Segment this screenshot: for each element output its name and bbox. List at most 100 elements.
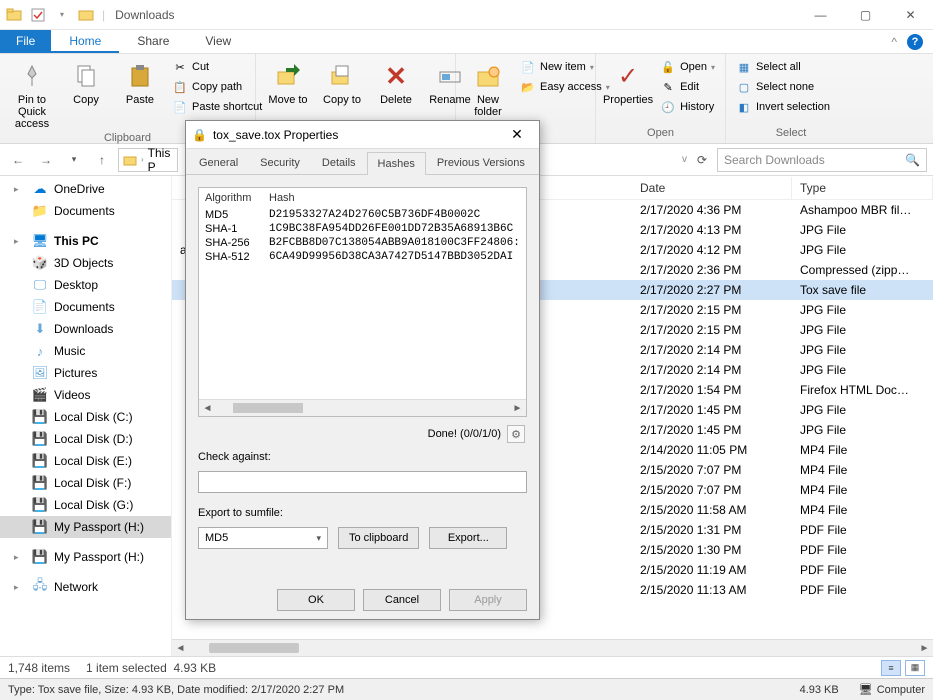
- paste-shortcut-button[interactable]: 📄Paste shortcut: [170, 98, 264, 116]
- apply-button[interactable]: Apply: [449, 589, 527, 611]
- hash-row[interactable]: SHA-11C9BC38FA954DD26FE001DD72B35A68913B…: [199, 222, 526, 236]
- scroll-right-arrow[interactable]: ►: [916, 640, 933, 657]
- sidebar-item[interactable]: ♪Music: [0, 340, 171, 362]
- qa-checkbox-icon[interactable]: [30, 7, 46, 23]
- expand-icon[interactable]: ▸: [14, 552, 26, 563]
- ribbon-collapse-caret[interactable]: ^: [891, 35, 897, 49]
- expand-icon[interactable]: ▸: [14, 184, 26, 195]
- edit-button[interactable]: ✎Edit: [658, 78, 717, 96]
- sidebar-item[interactable]: 💾Local Disk (F:): [0, 472, 171, 494]
- check-against-input[interactable]: [198, 471, 527, 493]
- export-button[interactable]: Export...: [429, 527, 507, 549]
- select-none-button[interactable]: ▢Select none: [734, 78, 832, 96]
- folder-icon: [123, 153, 137, 167]
- hash-scroll-left[interactable]: ◄: [199, 400, 216, 417]
- dialog-tab-hashes[interactable]: Hashes: [367, 152, 426, 175]
- hash-scroll-right[interactable]: ►: [509, 400, 526, 417]
- dialog-tab-previous-versions[interactable]: Previous Versions: [426, 151, 536, 174]
- dialog-close-button[interactable]: ✕: [501, 124, 533, 146]
- invert-selection-button[interactable]: ◧Invert selection: [734, 98, 832, 116]
- expand-icon[interactable]: ▸: [14, 582, 26, 593]
- sidebar-tree[interactable]: ▸☁OneDrive📁Documents ▸🖥This PC🎲3D Objects…: [0, 176, 172, 656]
- maximize-button[interactable]: ▢: [843, 0, 888, 30]
- settings-gear-button[interactable]: ⚙: [507, 425, 525, 443]
- sidebar-item[interactable]: ▸🖥This PC: [0, 230, 171, 252]
- qa-dropdown-icon[interactable]: ▾: [54, 7, 70, 23]
- sidebar-item[interactable]: 💾Local Disk (G:): [0, 494, 171, 516]
- nav-forward-button[interactable]: →: [34, 148, 58, 172]
- disk-icon: 💾: [32, 409, 48, 425]
- delete-button[interactable]: ✕Delete: [372, 58, 420, 108]
- hash-header-hash[interactable]: Hash: [269, 192, 295, 204]
- tab-home[interactable]: Home: [51, 30, 119, 53]
- hash-scrollbar[interactable]: ◄ ►: [199, 399, 526, 416]
- hash-scroll-thumb[interactable]: [233, 403, 303, 413]
- breadcrumb[interactable]: › This P: [118, 148, 178, 172]
- copy-path-button[interactable]: 📋Copy path: [170, 78, 264, 96]
- sidebar-item[interactable]: 🖼Pictures: [0, 362, 171, 384]
- dialog-titlebar[interactable]: 🔒 tox_save.tox Properties ✕: [186, 121, 539, 149]
- open-icon: 🔓: [660, 59, 676, 75]
- export-format-combo[interactable]: MD5 ▾: [198, 527, 328, 549]
- nav-dropdown[interactable]: v: [682, 154, 687, 165]
- expand-icon[interactable]: ▸: [14, 236, 26, 247]
- properties-button[interactable]: ✓Properties: [604, 58, 652, 108]
- cut-button[interactable]: ✂Cut: [170, 58, 264, 76]
- properties-dialog: 🔒 tox_save.tox Properties ✕ GeneralSecur…: [185, 120, 540, 620]
- cancel-button[interactable]: Cancel: [363, 589, 441, 611]
- tab-view[interactable]: View: [187, 30, 249, 53]
- header-date[interactable]: Date: [632, 177, 792, 199]
- hash-row[interactable]: SHA-256B2FCBB8D07C138054ABB9A018100C3FF2…: [199, 236, 526, 250]
- new-folder-button[interactable]: New folder: [464, 58, 512, 120]
- sidebar-item[interactable]: ▸☁OneDrive: [0, 178, 171, 200]
- hash-row[interactable]: SHA-5126CA49D99956D38CA3A7427D5147BBD305…: [199, 250, 526, 264]
- paste-button[interactable]: Paste: [116, 58, 164, 108]
- tab-share[interactable]: Share: [119, 30, 187, 53]
- sidebar-item[interactable]: 📁Documents: [0, 200, 171, 222]
- sidebar-item[interactable]: ▸🖧Network: [0, 576, 171, 598]
- view-icons-toggle[interactable]: ▦: [905, 660, 925, 676]
- sidebar-item[interactable]: 💾Local Disk (C:): [0, 406, 171, 428]
- dialog-tab-general[interactable]: General: [188, 151, 249, 174]
- history-button[interactable]: 🕘History: [658, 98, 717, 116]
- close-button[interactable]: ✕: [888, 0, 933, 30]
- nav-up-button[interactable]: ↑: [90, 148, 114, 172]
- search-input[interactable]: Search Downloads 🔍: [717, 148, 927, 172]
- nav-recent-dropdown[interactable]: ▾: [62, 148, 86, 172]
- pin-quick-access-button[interactable]: Pin to Quick access: [8, 58, 56, 132]
- sidebar-item[interactable]: ⬇Downloads: [0, 318, 171, 340]
- sidebar-item[interactable]: 🖵Desktop: [0, 274, 171, 296]
- dialog-tab-details[interactable]: Details: [311, 151, 367, 174]
- hash-header-algo[interactable]: Algorithm: [205, 192, 269, 204]
- sidebar-item[interactable]: 💾My Passport (H:): [0, 516, 171, 538]
- sidebar-item-label: Videos: [54, 388, 90, 402]
- scroll-left-arrow[interactable]: ◄: [172, 640, 189, 657]
- sidebar-item[interactable]: ▸💾My Passport (H:): [0, 546, 171, 568]
- minimize-button[interactable]: —: [798, 0, 843, 30]
- select-all-icon: ▦: [736, 59, 752, 75]
- dialog-tab-security[interactable]: Security: [249, 151, 311, 174]
- sidebar-item[interactable]: 💾Local Disk (E:): [0, 450, 171, 472]
- view-details-toggle[interactable]: ≡: [881, 660, 901, 676]
- sidebar-item[interactable]: 🎲3D Objects: [0, 252, 171, 274]
- copy-button[interactable]: Copy: [62, 58, 110, 108]
- horizontal-scrollbar[interactable]: ◄ ►: [172, 639, 933, 656]
- pics-icon: 🖼: [32, 365, 48, 381]
- ok-button[interactable]: OK: [277, 589, 355, 611]
- scroll-thumb[interactable]: [209, 643, 299, 653]
- file-tab[interactable]: File: [0, 30, 51, 53]
- hash-row[interactable]: MD5D21953327A24D2760C5B736DF4B0002C: [199, 208, 526, 222]
- status-bar: 1,748 items 1 item selected 4.93 KB ≡ ▦: [0, 656, 933, 678]
- copy-to-button[interactable]: Copy to: [318, 58, 366, 108]
- select-all-button[interactable]: ▦Select all: [734, 58, 832, 76]
- move-to-button[interactable]: Move to: [264, 58, 312, 108]
- refresh-button[interactable]: ⟳: [691, 153, 713, 167]
- help-icon[interactable]: ?: [907, 34, 923, 50]
- to-clipboard-button[interactable]: To clipboard: [338, 527, 419, 549]
- sidebar-item[interactable]: 💾Local Disk (D:): [0, 428, 171, 450]
- nav-back-button[interactable]: ←: [6, 148, 30, 172]
- header-type[interactable]: Type: [792, 177, 933, 199]
- open-button[interactable]: 🔓Open▾: [658, 58, 717, 76]
- sidebar-item[interactable]: 🎬Videos: [0, 384, 171, 406]
- sidebar-item[interactable]: 📄Documents: [0, 296, 171, 318]
